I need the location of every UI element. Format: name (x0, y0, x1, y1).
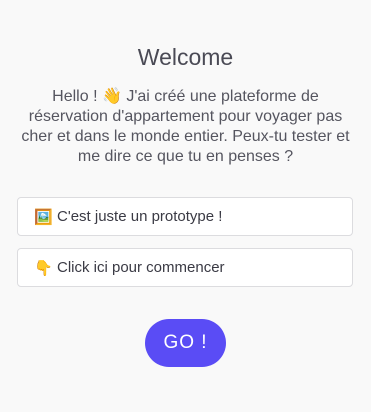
page-title: Welcome (137, 44, 234, 70)
framed-picture-icon: 🖼️ (34, 208, 53, 226)
intro-text: Hello ! 👋 J'ai créé une plateforme de ré… (21, 88, 350, 165)
option-label: Click ici pour commencer (57, 259, 225, 276)
pointing-down-icon: 👇 (34, 259, 53, 277)
option-start[interactable]: 👇 Click ici pour commencer (17, 248, 353, 287)
option-label: C'est juste un prototype ! (57, 208, 223, 225)
welcome-screen: Welcome Hello ! 👋 J'ai créé une platefor… (0, 0, 371, 412)
option-prototype[interactable]: 🖼️ C'est juste un prototype ! (17, 197, 353, 236)
go-button[interactable]: GO ! (145, 319, 226, 367)
